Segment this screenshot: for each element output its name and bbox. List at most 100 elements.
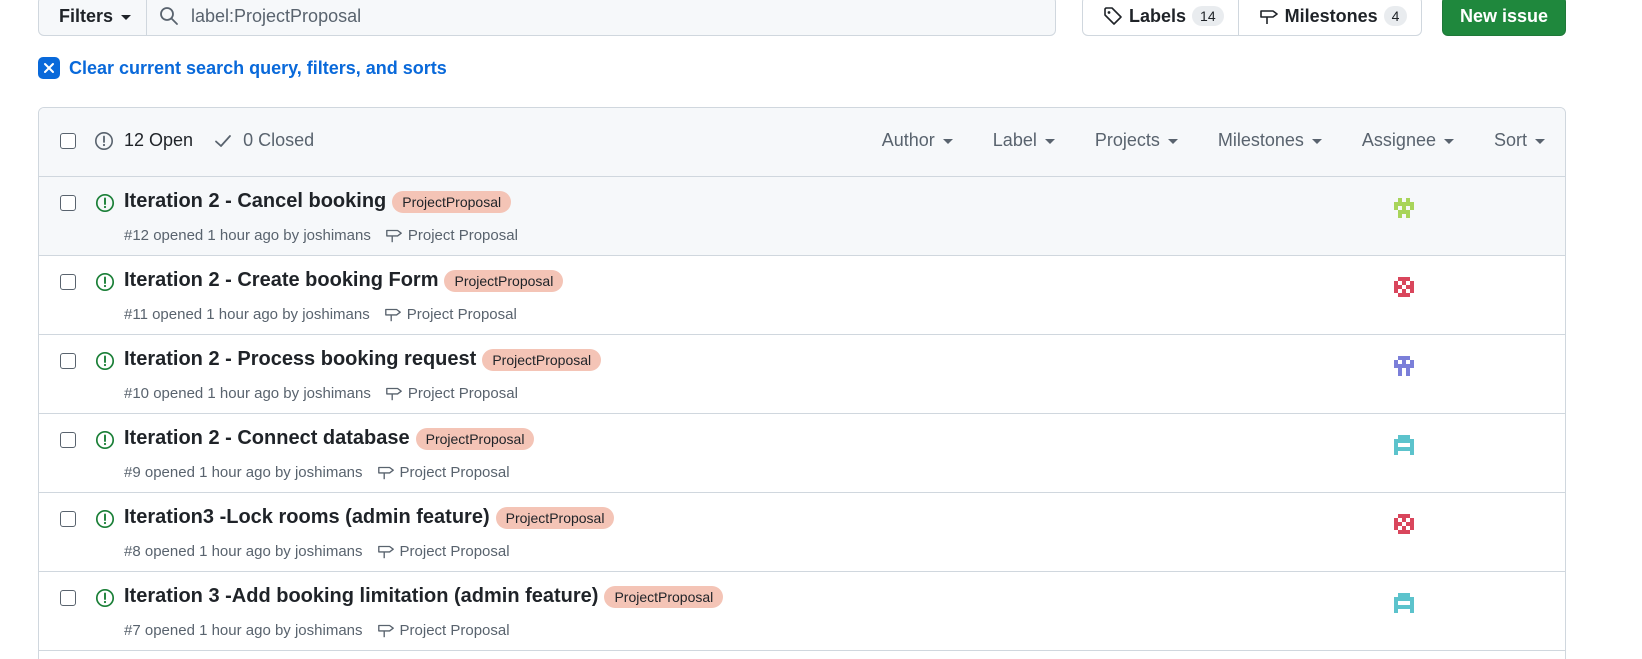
milestones-filter[interactable]: Milestones <box>1218 130 1322 151</box>
milestone-name: Project Proposal <box>399 463 510 481</box>
assignee-avatar[interactable] <box>1392 275 1416 299</box>
milestone-icon <box>377 545 394 559</box>
milestone-icon <box>1259 10 1278 24</box>
issue-checkbox[interactable] <box>60 432 76 448</box>
assignee-filter[interactable]: Assignee <box>1362 130 1454 151</box>
issue-opened-text: #12 opened 1 hour ago by joshimans <box>124 226 371 244</box>
label-badge[interactable]: ProjectProposal <box>482 348 602 371</box>
clear-filters-link[interactable]: Clear current search query, filters, and… <box>38 57 447 79</box>
issues-list: 12 Open 0 Closed Author Label Projects M… <box>38 107 1566 659</box>
issue-opened-text: #11 opened 1 hour ago by joshimans <box>124 305 370 323</box>
milestone-link[interactable]: Project Proposal <box>385 226 518 244</box>
issue-opened-text: #7 opened 1 hour ago by joshimans <box>124 621 363 639</box>
close-icon <box>38 57 60 79</box>
issue-title-link[interactable]: Iteration 2 - Create booking Form <box>124 269 438 292</box>
issue-opened-icon <box>95 351 115 371</box>
chevron-down-icon <box>942 139 953 144</box>
milestone-link[interactable]: Project Proposal <box>385 384 518 402</box>
assignee-avatar[interactable] <box>1392 591 1416 615</box>
issue-meta: #7 opened 1 hour ago by joshimans Projec… <box>124 621 510 639</box>
chevron-down-icon <box>1311 139 1322 144</box>
projects-filter[interactable]: Projects <box>1095 130 1178 151</box>
issue-checkbox[interactable] <box>60 511 76 527</box>
search-box[interactable] <box>146 0 1056 36</box>
milestones-button[interactable]: Milestones 4 <box>1237 0 1422 35</box>
issue-row[interactable]: Iteration 3 -Add booking limitation (adm… <box>39 572 1565 651</box>
issue-opened-text: #8 opened 1 hour ago by joshimans <box>124 542 363 560</box>
issue-checkbox[interactable] <box>60 274 76 290</box>
filters-label: Filters <box>59 5 114 26</box>
label-badge[interactable]: ProjectProposal <box>415 427 535 450</box>
assignee-avatar[interactable] <box>1392 354 1416 378</box>
milestone-name: Project Proposal <box>407 384 518 402</box>
open-issues-tab[interactable]: 12 Open <box>94 130 193 151</box>
sort-filter[interactable]: Sort <box>1494 130 1545 151</box>
labels-count: 14 <box>1192 6 1224 26</box>
assignee-avatar[interactable] <box>1392 196 1416 220</box>
milestone-name: Project Proposal <box>406 305 517 323</box>
issue-opened-icon <box>95 193 115 213</box>
labels-button[interactable]: Labels 14 <box>1083 0 1238 35</box>
issue-checkbox[interactable] <box>60 353 76 369</box>
issue-row[interactable]: Iteration 2 - Connect database ProjectPr… <box>39 414 1565 493</box>
chevron-down-icon <box>121 14 132 20</box>
assignee-avatar[interactable] <box>1392 433 1416 457</box>
assignee-avatar[interactable] <box>1392 512 1416 536</box>
labels-label: Labels <box>1129 5 1187 26</box>
milestones-count: 4 <box>1383 6 1408 26</box>
issue-meta: #9 opened 1 hour ago by joshimans Projec… <box>124 463 510 481</box>
issue-row[interactable]: Iteration 2 - Cancel booking ProjectProp… <box>39 177 1565 256</box>
issue-opened-text: #10 opened 1 hour ago by joshimans <box>124 384 371 402</box>
author-filter[interactable]: Author <box>882 130 953 151</box>
milestone-icon <box>385 387 402 401</box>
new-issue-button[interactable]: New issue <box>1442 0 1566 36</box>
issue-title-link[interactable]: Iteration 3 -Add booking limitation (adm… <box>124 585 598 608</box>
issue-opened-icon <box>95 588 115 608</box>
issue-opened-icon <box>95 272 115 292</box>
label-badge[interactable]: ProjectProposal <box>604 585 724 608</box>
milestone-name: Project Proposal <box>407 226 518 244</box>
issue-meta: #12 opened 1 hour ago by joshimans Proje… <box>124 226 518 244</box>
label-badge[interactable]: ProjectProposal <box>392 190 512 213</box>
label-badge[interactable]: ProjectProposal <box>444 269 564 292</box>
select-all-checkbox[interactable] <box>60 133 76 149</box>
issue-title-link[interactable]: Iteration 2 - Process booking request <box>124 348 476 371</box>
chevron-down-icon <box>1167 139 1178 144</box>
issue-meta: #11 opened 1 hour ago by joshimans Proje… <box>124 305 517 323</box>
search-icon <box>160 7 178 25</box>
issue-row[interactable]: Iteration 2 - Process booking request Pr… <box>39 335 1565 414</box>
milestone-icon <box>377 466 394 480</box>
label-badge[interactable]: ProjectProposal <box>495 506 615 529</box>
label-filter[interactable]: Label <box>993 130 1055 151</box>
issue-title-link[interactable]: Iteration 2 - Cancel booking <box>124 190 386 213</box>
issues-list-header: 12 Open 0 Closed Author Label Projects M… <box>39 108 1565 177</box>
issue-checkbox[interactable] <box>60 590 76 606</box>
milestone-link[interactable]: Project Proposal <box>377 542 510 560</box>
closed-count: 0 Closed <box>243 130 315 150</box>
milestone-name: Project Proposal <box>399 542 510 560</box>
chevron-down-icon <box>1044 139 1055 144</box>
milestones-label: Milestones <box>1284 5 1378 26</box>
search-input[interactable] <box>191 5 991 27</box>
milestone-link[interactable]: Project Proposal <box>377 463 510 481</box>
issue-title-link[interactable]: Iteration3 -Lock rooms (admin feature) <box>124 506 490 529</box>
issue-row[interactable]: Iteration 2 - Create booking Form Projec… <box>39 256 1565 335</box>
milestone-link[interactable]: Project Proposal <box>384 305 517 323</box>
issue-title-link[interactable]: Iteration 2 - Connect database <box>124 427 410 450</box>
milestone-link[interactable]: Project Proposal <box>377 621 510 639</box>
filters-button[interactable]: Filters <box>38 0 147 36</box>
chevron-down-icon <box>1443 139 1454 144</box>
issue-opened-icon <box>95 131 113 150</box>
issue-opened-icon <box>95 430 115 450</box>
chevron-down-icon <box>1535 139 1545 144</box>
clear-filters-text: Clear current search query, filters, and… <box>69 57 447 78</box>
issue-row[interactable]: Iteration3 -Lock rooms (admin feature) P… <box>39 493 1565 572</box>
issues-toolbar: Filters <box>38 0 1056 36</box>
issue-checkbox[interactable] <box>60 195 76 211</box>
closed-issues-tab[interactable]: 0 Closed <box>213 130 314 151</box>
labels-milestones-group: Labels 14 Milestones 4 <box>1082 0 1422 36</box>
issue-meta: #8 opened 1 hour ago by joshimans Projec… <box>124 542 510 560</box>
milestone-icon <box>385 229 402 243</box>
issue-meta: #10 opened 1 hour ago by joshimans Proje… <box>124 384 518 402</box>
check-icon <box>215 134 231 147</box>
